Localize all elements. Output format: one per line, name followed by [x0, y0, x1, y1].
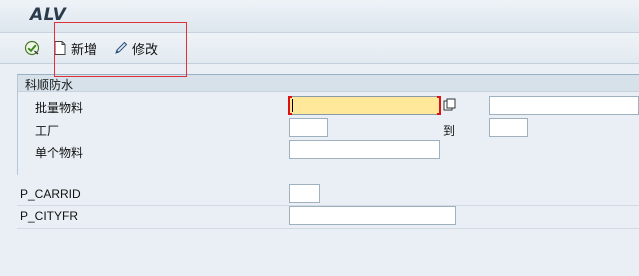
new-button-label: 新增 — [71, 42, 98, 58]
plant-to-input[interactable] — [489, 118, 528, 137]
selection-group-box: 科顺防水 — [17, 74, 639, 175]
plant-range-to-label: 到 — [443, 124, 456, 138]
p-cityfr-input[interactable] — [289, 206, 456, 225]
edit-pencil-icon — [115, 41, 128, 54]
plant-label: 工厂 — [35, 124, 60, 138]
new-button[interactable]: 新增 — [52, 37, 97, 59]
p-cityfr-label: P_CITYFR — [20, 209, 79, 223]
group-header: 科顺防水 — [18, 75, 639, 92]
batch-material-from-input[interactable] — [289, 96, 440, 115]
multiple-selection-icon[interactable] — [443, 98, 457, 112]
edit-button-label: 修改 — [132, 42, 159, 58]
p-carrid-label: P_CARRID — [20, 187, 81, 201]
p-carrid-input[interactable] — [289, 184, 320, 203]
title-bar: ALV — [0, 0, 639, 33]
group-title: 科顺防水 — [25, 78, 74, 92]
application-toolbar: 新增 修改 — [0, 33, 639, 64]
new-document-icon — [54, 41, 66, 55]
required-marker-right — [437, 96, 441, 115]
edit-button[interactable]: 修改 — [113, 37, 158, 59]
row-divider — [17, 228, 639, 229]
plant-from-input[interactable] — [289, 118, 328, 137]
single-material-label: 单个物料 — [35, 146, 84, 160]
batch-material-label: 批量物料 — [35, 101, 84, 115]
execute-icon — [24, 40, 40, 56]
page-title: ALV — [30, 5, 67, 25]
text-cursor — [292, 99, 293, 112]
execute-button[interactable] — [24, 37, 40, 59]
sap-selection-screen: ALV 新增 修改 科顺防水 批量物料 工厂 到 单个物料 P_CARRID P… — [0, 0, 639, 276]
batch-material-to-input[interactable] — [489, 96, 639, 115]
single-material-input[interactable] — [289, 140, 440, 159]
